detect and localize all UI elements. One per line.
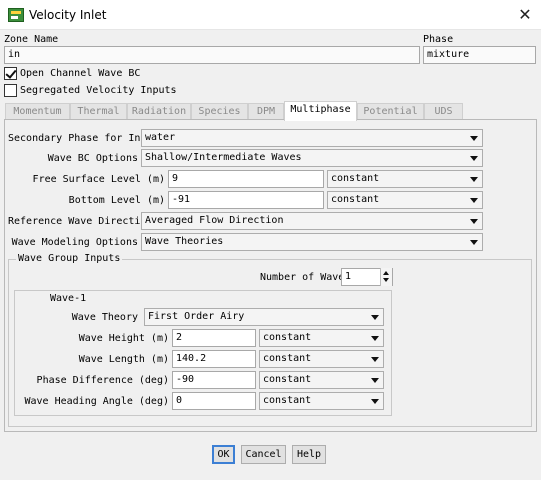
free-surface-label: Free Surface Level (m)	[32, 174, 165, 185]
tab-radiation[interactable]: Radiation	[127, 103, 191, 120]
chevron-down-icon	[371, 378, 379, 383]
modeling-dropdown[interactable]: Wave Theories	[141, 233, 483, 251]
wave-height-method-dropdown[interactable]: constant	[259, 329, 384, 347]
segregated-velocity-label: Segregated Velocity Inputs	[20, 85, 177, 96]
wave-bc-value: Shallow/Intermediate Waves	[145, 152, 302, 163]
ref-direction-dropdown[interactable]: Averaged Flow Direction	[141, 212, 483, 230]
chevron-down-icon	[371, 336, 379, 341]
num-waves-value: 1	[345, 271, 352, 282]
tab-momentum[interactable]: Momentum	[5, 103, 70, 120]
chevron-down-icon	[371, 357, 379, 362]
wave-height-field[interactable]: 2	[172, 329, 256, 347]
tab-bar: Momentum Thermal Radiation Species DPM M…	[5, 101, 537, 121]
wave1-title: Wave-1	[48, 293, 89, 304]
wave-length-field[interactable]: 140.2	[172, 350, 256, 368]
wave-theory-dropdown[interactable]: First Order Airy	[144, 308, 384, 326]
free-surface-method-dropdown[interactable]: constant	[327, 170, 483, 188]
chevron-down-icon	[371, 399, 379, 404]
heading-angle-field[interactable]: 0	[172, 392, 256, 410]
tab-thermal[interactable]: Thermal	[70, 103, 127, 120]
tab-species[interactable]: Species	[191, 103, 248, 120]
secondary-phase-dropdown[interactable]: water	[141, 129, 483, 147]
wave-theory-label: Wave Theory	[71, 312, 138, 323]
free-surface-field[interactable]: 9	[168, 170, 324, 188]
tab-dpm[interactable]: DPM	[248, 103, 284, 120]
wave-bc-label: Wave BC Options	[47, 153, 138, 164]
chevron-down-icon	[470, 219, 478, 224]
modeling-value: Wave Theories	[145, 236, 224, 247]
bottom-level-method-value: constant	[331, 194, 380, 205]
modeling-label: Wave Modeling Options	[11, 237, 138, 248]
phase-difference-method-dropdown[interactable]: constant	[259, 371, 384, 389]
window-title: Velocity Inlet	[29, 8, 107, 22]
chevron-down-icon	[470, 198, 478, 203]
secondary-phase-value: water	[145, 132, 176, 143]
phase-difference-method-value: constant	[263, 374, 312, 385]
wave-length-method-value: constant	[263, 353, 312, 364]
bottom-level-method-dropdown[interactable]: constant	[327, 191, 483, 209]
wave-length-label: Wave Length (m)	[78, 354, 169, 365]
num-waves-label: Number of Waves	[260, 272, 351, 283]
chevron-down-icon	[470, 136, 478, 141]
ref-direction-value: Averaged Flow Direction	[145, 215, 284, 226]
wave-height-label: Wave Height (m)	[78, 333, 169, 344]
heading-angle-method-dropdown[interactable]: constant	[259, 392, 384, 410]
heading-angle-method-value: constant	[263, 395, 312, 406]
bottom-level-label: Bottom Level (m)	[68, 195, 165, 206]
chevron-down-icon	[470, 240, 478, 245]
wave-theory-value: First Order Airy	[148, 311, 245, 322]
heading-angle-label: Wave Heading Angle (deg)	[24, 396, 170, 407]
zone-name-label: Zone Name	[4, 34, 59, 45]
zone-name-field[interactable]: in	[4, 46, 420, 64]
tab-uds[interactable]: UDS	[424, 103, 463, 120]
wave-length-method-dropdown[interactable]: constant	[259, 350, 384, 368]
help-button[interactable]: Help	[292, 445, 326, 464]
chevron-down-icon	[371, 315, 379, 320]
spinner-arrows-icon[interactable]	[380, 268, 392, 286]
ok-button[interactable]: OK	[212, 445, 235, 464]
close-icon[interactable]: ✕	[512, 3, 538, 27]
tab-multiphase[interactable]: Multiphase	[284, 101, 357, 121]
wave-group-title: Wave Group Inputs	[16, 253, 123, 264]
phase-label: Phase	[423, 34, 454, 45]
cancel-button[interactable]: Cancel	[241, 445, 286, 464]
tab-potential[interactable]: Potential	[357, 103, 424, 120]
wave-height-method-value: constant	[263, 332, 312, 343]
free-surface-method-value: constant	[331, 173, 380, 184]
phase-difference-field[interactable]: -90	[172, 371, 256, 389]
fluent-app-icon	[8, 8, 24, 22]
ref-direction-label: Reference Wave Direction	[8, 216, 153, 227]
segregated-velocity-checkbox[interactable]	[4, 84, 17, 97]
chevron-down-icon	[470, 156, 478, 161]
wave-bc-dropdown[interactable]: Shallow/Intermediate Waves	[141, 149, 483, 167]
phase-field[interactable]: mixture	[423, 46, 536, 64]
bottom-level-field[interactable]: -91	[168, 191, 324, 209]
phase-difference-label: Phase Difference (deg)	[36, 375, 169, 386]
open-channel-label: Open Channel Wave BC	[20, 68, 141, 79]
chevron-down-icon	[470, 177, 478, 182]
secondary-phase-label: Secondary Phase for Inlet	[8, 133, 159, 144]
open-channel-checkbox[interactable]	[4, 67, 17, 80]
